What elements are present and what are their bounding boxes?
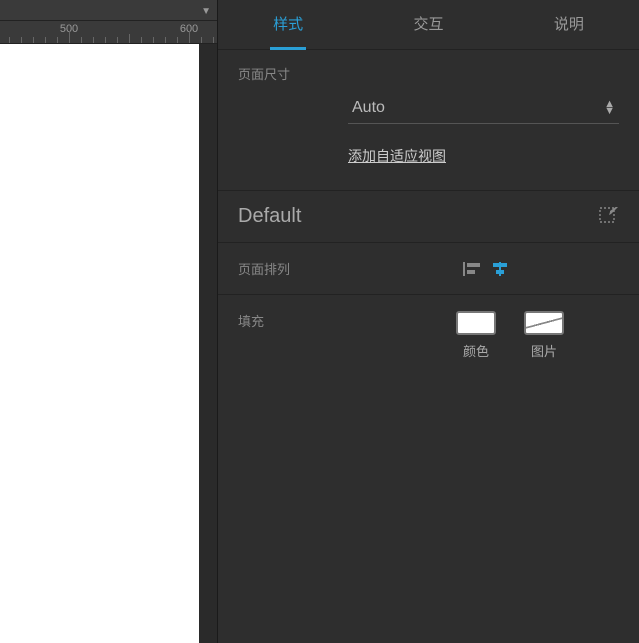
page-align-section: 页面排列 xyxy=(218,243,639,295)
add-adaptive-view-link[interactable]: 添加自适应视图 xyxy=(348,146,446,166)
canvas-area: ▼ 500 600 xyxy=(0,0,217,643)
page-size-select[interactable]: Auto ▲▼ xyxy=(348,93,619,124)
panel-tabs: 样式 交互 说明 xyxy=(218,0,639,50)
default-label: Default xyxy=(238,205,301,228)
properties-panel: 样式 交互 说明 页面尺寸 Auto ▲▼ 添加自适应视图 Default 页面… xyxy=(217,0,639,643)
tab-notes[interactable]: 说明 xyxy=(499,0,639,50)
horizontal-ruler: 500 600 xyxy=(0,20,217,44)
tab-interaction[interactable]: 交互 xyxy=(358,0,498,50)
tab-style[interactable]: 样式 xyxy=(218,0,358,50)
image-swatch-icon xyxy=(524,311,564,335)
page-size-label: 页面尺寸 xyxy=(238,64,619,83)
align-left-button[interactable] xyxy=(463,262,481,276)
fill-section: 填充 颜色 图片 xyxy=(218,295,639,376)
fill-color-label: 颜色 xyxy=(463,341,489,360)
fill-image-option[interactable]: 图片 xyxy=(524,311,564,360)
color-swatch-icon xyxy=(456,311,496,335)
fill-color-option[interactable]: 颜色 xyxy=(456,311,496,360)
page-size-section: 页面尺寸 Auto ▲▼ 添加自适应视图 xyxy=(218,50,639,191)
fill-label: 填充 xyxy=(238,311,456,360)
page-size-value: Auto xyxy=(352,99,385,117)
canvas[interactable] xyxy=(0,44,199,643)
page-align-label: 页面排列 xyxy=(238,259,290,278)
canvas-toolbar: ▼ xyxy=(0,0,217,20)
fill-image-label: 图片 xyxy=(531,341,557,360)
align-center-button[interactable] xyxy=(491,262,509,276)
notes-icon[interactable] xyxy=(599,207,619,226)
default-state-section: Default xyxy=(218,191,639,243)
up-down-arrows-icon: ▲▼ xyxy=(604,101,615,115)
dropdown-arrow-icon[interactable]: ▼ xyxy=(201,6,211,17)
